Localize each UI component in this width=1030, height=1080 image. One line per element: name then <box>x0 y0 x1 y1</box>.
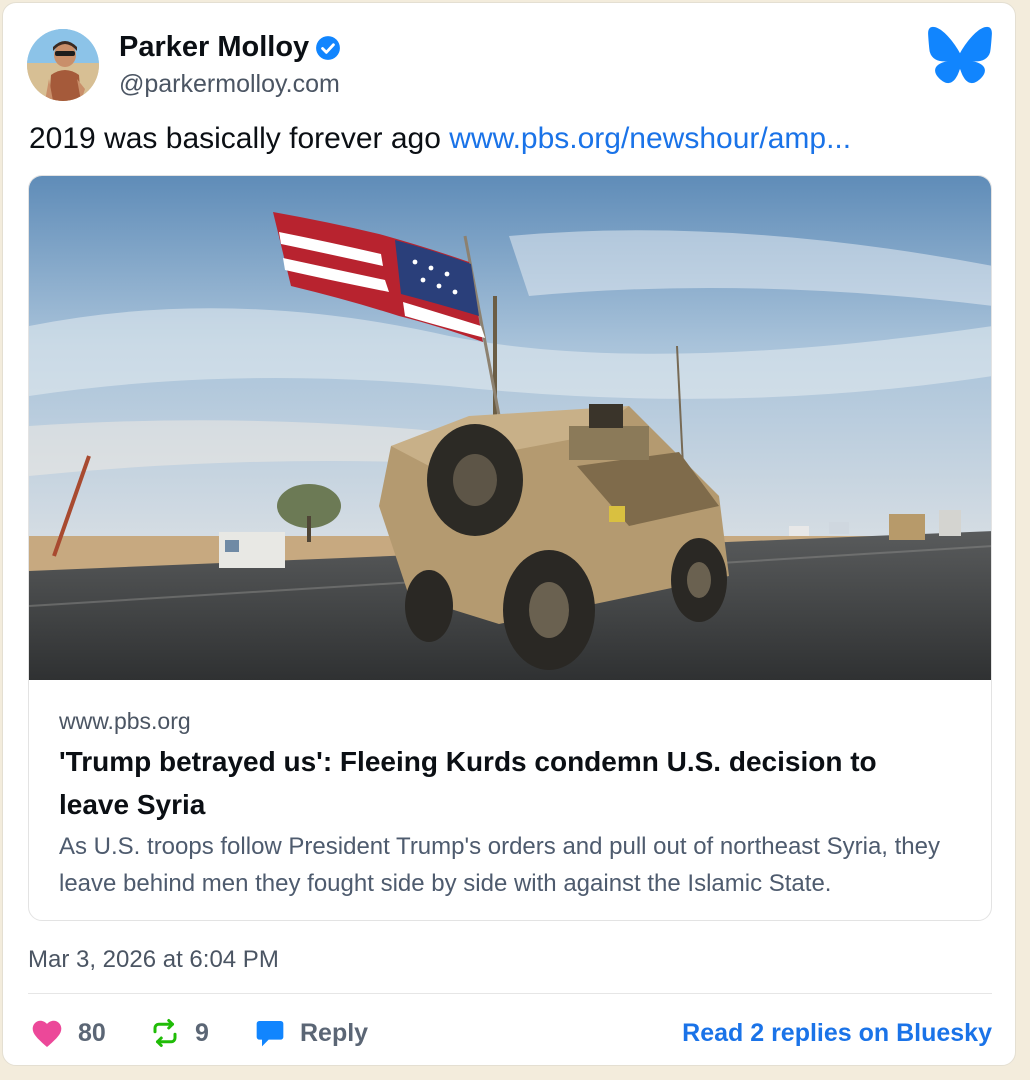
post-link[interactable]: www.pbs.org/newshour/amp... <box>449 122 851 155</box>
author-handle[interactable]: @parkermolloy.com <box>119 67 340 101</box>
repost-icon <box>149 1018 181 1048</box>
like-count: 80 <box>78 1018 106 1047</box>
bluesky-butterfly-icon[interactable] <box>927 25 993 85</box>
reply-button[interactable]: Reply <box>254 1011 368 1055</box>
divider <box>28 993 992 994</box>
repost-count: 9 <box>195 1018 209 1047</box>
reply-label: Reply <box>300 1018 369 1047</box>
action-bar: 80 9 Reply Read 2 replies on Bluesky <box>28 1011 992 1055</box>
heart-icon <box>30 1018 64 1048</box>
link-card[interactable]: www.pbs.org 'Trump betrayed us': Fleeing… <box>28 175 992 921</box>
post-card: Parker Molloy @parkermolloy.com 2019 was… <box>2 2 1016 1066</box>
link-card-title: 'Trump betrayed us': Fleeing Kurds conde… <box>59 746 877 820</box>
author-name[interactable]: Parker Molloy <box>119 29 309 65</box>
like-button[interactable]: 80 <box>30 1011 106 1055</box>
link-card-image <box>29 176 991 680</box>
avatar-image <box>27 29 99 101</box>
post-text: 2019 was basically forever ago www.pbs.o… <box>29 119 851 159</box>
author-avatar[interactable] <box>27 29 99 101</box>
author-name-row[interactable]: Parker Molloy <box>119 29 341 65</box>
repost-button[interactable]: 9 <box>149 1011 209 1055</box>
reply-bubble-icon <box>254 1017 286 1049</box>
post-timestamp[interactable]: Mar 3, 2026 at 6:04 PM <box>28 943 279 977</box>
link-card-description: As U.S. troops follow President Trump's … <box>59 833 941 897</box>
verified-check-icon <box>315 34 341 60</box>
link-card-domain: www.pbs.org <box>59 708 191 734</box>
post-body: 2019 was basically forever ago <box>29 122 450 155</box>
read-replies-link[interactable]: Read 2 replies on Bluesky <box>682 1011 992 1055</box>
